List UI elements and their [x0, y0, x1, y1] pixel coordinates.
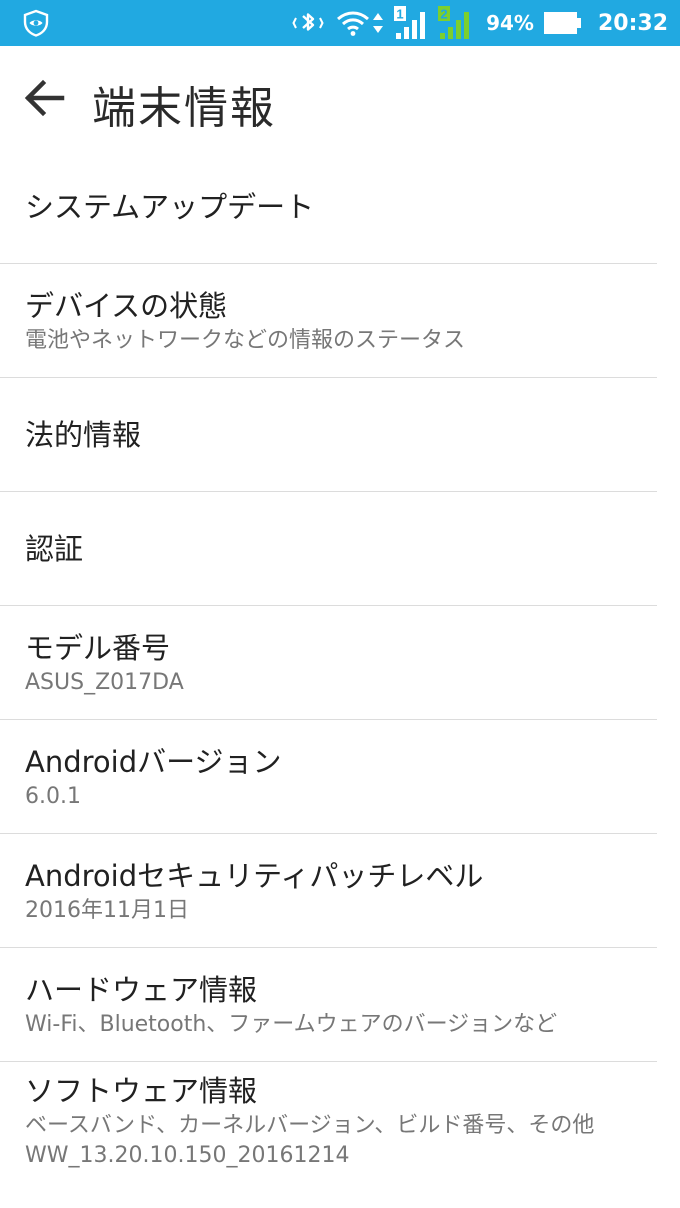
settings-list: システムアップデート デバイスの状態 電池やネットワークなどの情報のステータス …	[0, 150, 680, 1170]
data-arrows-icon	[373, 13, 384, 33]
item-title: システムアップデート	[25, 189, 315, 224]
item-title: Androidセキュリティパッチレベル	[25, 858, 484, 893]
item-title: 法的情報	[25, 417, 142, 452]
item-certification[interactable]: 認証	[0, 492, 657, 606]
item-android-version[interactable]: Androidバージョン 6.0.1	[0, 720, 657, 834]
item-hardware-info[interactable]: ハードウェア情報 Wi-Fi、Bluetooth、ファームウェアのバージョンなど	[0, 948, 657, 1062]
item-title: ソフトウェア情報	[25, 1074, 258, 1108]
clock: 20:32	[597, 10, 668, 36]
item-title: Androidバージョン	[25, 744, 282, 779]
bluetooth-icon	[292, 13, 324, 31]
item-build-number: WW_13.20.10.150_20161214	[25, 1143, 350, 1168]
item-system-update[interactable]: システムアップデート	[0, 150, 657, 264]
item-title: モデル番号	[25, 630, 171, 665]
status-icons: 1 2 94% 20:32	[290, 0, 668, 46]
back-arrow-icon[interactable]	[22, 78, 68, 118]
app-bar: 端末情報	[0, 46, 680, 150]
item-title: ハードウェア情報	[25, 972, 258, 1007]
item-summary: 2016年11月1日	[25, 897, 189, 923]
svg-text:2: 2	[440, 7, 447, 22]
status-bar: 1 2 94% 20:32	[0, 0, 680, 46]
item-summary: Wi-Fi、Bluetooth、ファームウェアのバージョンなど	[25, 1011, 558, 1037]
svg-text:1: 1	[396, 7, 403, 22]
item-security-patch-level[interactable]: Androidセキュリティパッチレベル 2016年11月1日	[0, 834, 657, 948]
item-summary: ベースバンド、カーネルバージョン、ビルド番号、その他	[25, 1113, 595, 1138]
item-summary: 6.0.1	[25, 783, 81, 809]
item-device-status[interactable]: デバイスの状態 電池やネットワークなどの情報のステータス	[0, 264, 657, 378]
item-title: 認証	[25, 531, 84, 566]
page-title: 端末情報	[92, 83, 276, 134]
battery-icon	[543, 12, 581, 34]
sim1-signal-icon: 1	[394, 6, 426, 39]
item-summary: 電池やネットワークなどの情報のステータス	[25, 327, 466, 353]
shield-eye-icon	[23, 9, 49, 37]
item-legal-info[interactable]: 法的情報	[0, 378, 657, 492]
item-title: デバイスの状態	[25, 288, 228, 323]
sim2-signal-icon: 2	[438, 6, 470, 39]
item-model-number[interactable]: モデル番号 ASUS_Z017DA	[0, 606, 657, 720]
wifi-icon	[337, 11, 370, 36]
item-software-info[interactable]: ソフトウェア情報 ベースバンド、カーネルバージョン、ビルド番号、その他 WW_1…	[0, 1062, 657, 1170]
battery-percent: 94%	[486, 11, 534, 35]
item-summary: ASUS_Z017DA	[25, 669, 184, 695]
